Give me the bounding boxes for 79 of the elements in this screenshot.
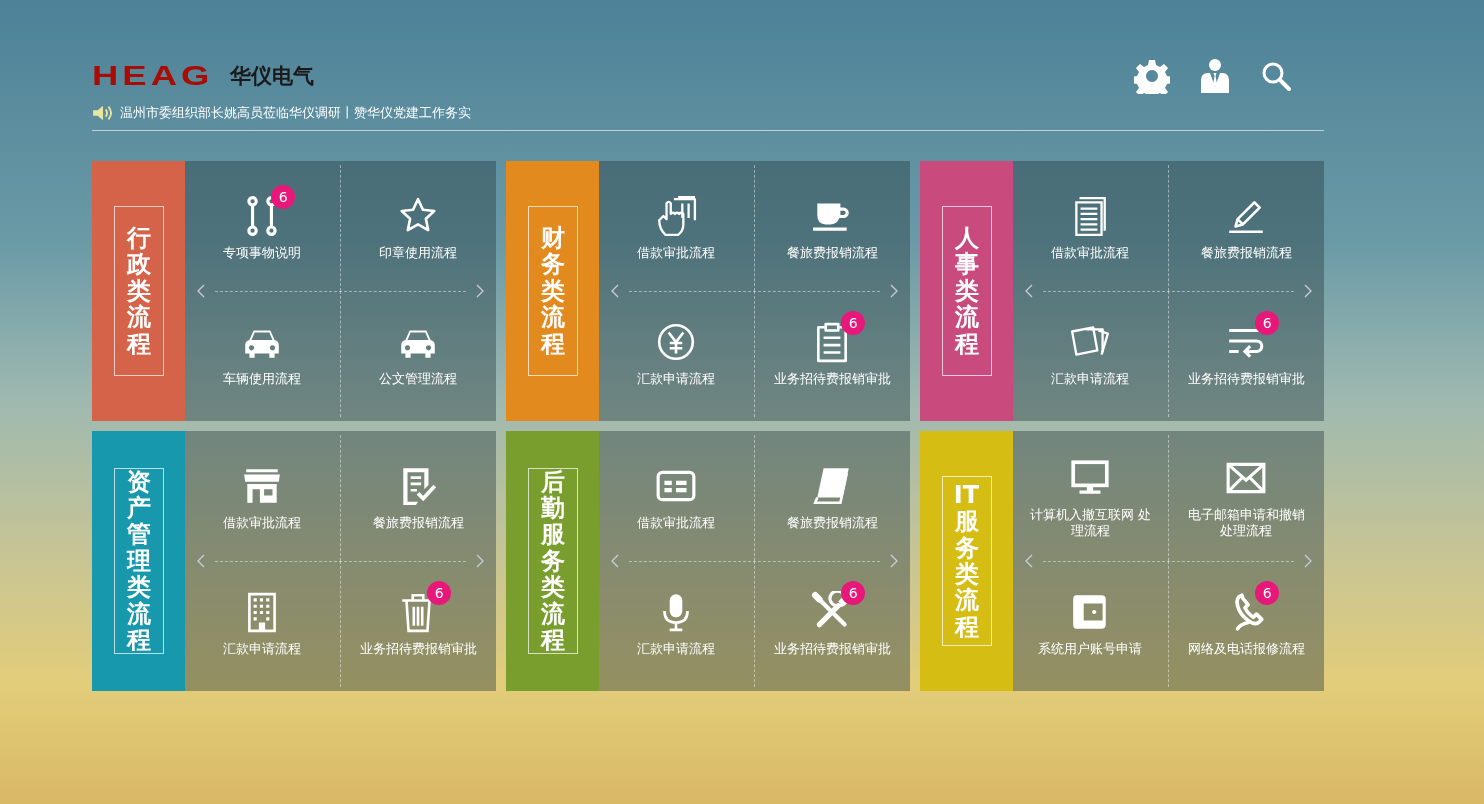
count-badge: 6 [1255, 581, 1280, 605]
count-badge: 6 [271, 185, 296, 209]
previous-chevron-icon[interactable] [197, 284, 205, 298]
process-item[interactable]: 6 业务招待费报销审批 [754, 561, 910, 687]
process-label: 系统用户账号申请 [1038, 641, 1143, 657]
count-badge: 6 [841, 311, 866, 335]
process-label: 电子邮箱申请和撤销处理流程 [1186, 507, 1306, 539]
process-item[interactable]: 借款审批流程 [599, 435, 755, 561]
process-item[interactable]: 汇款申请流程 [599, 291, 755, 417]
next-chevron-icon[interactable] [890, 284, 898, 298]
process-label: 业务招待费报销审批 [773, 371, 891, 387]
next-chevron-icon[interactable] [476, 554, 484, 568]
count-badge: 6 [427, 581, 452, 605]
process-item[interactable]: 6 业务招待费报销审批 [340, 561, 496, 687]
count-badge: 6 [841, 581, 866, 605]
process-label: 餐旅费报销流程 [372, 515, 464, 531]
process-item[interactable]: 6 网络及电话报修流程 [1168, 561, 1324, 687]
process-label: 借款审批流程 [223, 515, 302, 531]
process-label: 汇款申请流程 [637, 371, 716, 387]
process-item[interactable]: 借款审批流程 [599, 165, 755, 291]
category-title[interactable]: 后勤服务类流程 [527, 467, 578, 655]
process-item[interactable]: 车辆使用流程 [185, 291, 341, 417]
process-label: 印章使用流程 [379, 245, 458, 261]
logo-name: 华仪电气 [230, 65, 314, 87]
process-label: 汇款申请流程 [1051, 371, 1130, 387]
news-ticker[interactable]: 温州市委组织部长姚高员莅临华仪调研丨赞华仪党建工作务实 [120, 104, 471, 122]
process-item[interactable]: 电子邮箱申请和撤销处理流程 [1168, 435, 1324, 561]
process-label: 专项事物说明 [223, 245, 302, 261]
process-item[interactable]: 餐旅费报销流程 [1168, 165, 1324, 291]
process-item[interactable]: 系统用户账号申请 [1013, 561, 1169, 687]
process-item[interactable]: 公文管理流程 [340, 291, 496, 417]
process-label: 公文管理流程 [379, 371, 458, 387]
process-label: 餐旅费报销流程 [1200, 245, 1292, 261]
search-icon[interactable] [1260, 60, 1292, 92]
process-label: 业务招待费报销审批 [773, 641, 891, 657]
process-label: 餐旅费报销流程 [786, 515, 878, 531]
previous-chevron-icon[interactable] [197, 554, 205, 568]
user-icon[interactable] [1200, 58, 1230, 94]
settings-icon[interactable] [1134, 58, 1170, 94]
next-chevron-icon[interactable] [476, 284, 484, 298]
next-chevron-icon[interactable] [1304, 554, 1312, 568]
process-label: 业务招待费报销审批 [359, 641, 477, 657]
previous-chevron-icon[interactable] [1025, 284, 1033, 298]
speaker-icon [92, 104, 114, 122]
process-item[interactable]: 借款审批流程 [1013, 165, 1169, 291]
process-label: 网络及电话报修流程 [1187, 641, 1305, 657]
category-title[interactable]: 财务类流程 [527, 206, 578, 376]
count-badge: 6 [1255, 311, 1280, 335]
process-label: 借款审批流程 [1051, 245, 1130, 261]
hand-card-icon [655, 195, 698, 237]
process-label: 餐旅费报销流程 [786, 245, 878, 261]
logo-mark: HEAG [92, 62, 214, 90]
process-label: 借款审批流程 [637, 515, 716, 531]
process-label: 车辆使用流程 [223, 371, 302, 387]
process-item[interactable]: 印章使用流程 [340, 165, 496, 291]
category-title[interactable]: 资产管理类流程 [113, 467, 164, 655]
process-label: 计算机入撤互联网 处理流程 [1028, 507, 1152, 539]
process-item[interactable]: 餐旅费报销流程 [340, 435, 496, 561]
process-label: 借款审批流程 [637, 245, 716, 261]
process-item[interactable]: 汇款申请流程 [599, 561, 755, 687]
previous-chevron-icon[interactable] [1025, 554, 1033, 568]
process-item[interactable]: 汇款申请流程 [185, 561, 341, 687]
process-label: 汇款申请流程 [637, 641, 716, 657]
process-item[interactable]: 餐旅费报销流程 [754, 165, 910, 291]
category-title[interactable]: 人事类流程 [941, 206, 992, 376]
previous-chevron-icon[interactable] [611, 284, 619, 298]
process-label: 汇款申请流程 [223, 641, 302, 657]
next-chevron-icon[interactable] [1304, 284, 1312, 298]
process-item[interactable]: 6 业务招待费报销审批 [754, 291, 910, 417]
next-chevron-icon[interactable] [890, 554, 898, 568]
process-label: 业务招待费报销审批 [1187, 371, 1305, 387]
process-item[interactable]: 汇款申请流程 [1013, 291, 1169, 417]
category-title[interactable]: 行政类流程 [113, 206, 164, 376]
process-item[interactable]: 计算机入撤互联网 处理流程 [1013, 435, 1169, 561]
process-item[interactable]: 餐旅费报销流程 [754, 435, 910, 561]
previous-chevron-icon[interactable] [611, 554, 619, 568]
process-item[interactable]: 借款审批流程 [185, 435, 341, 561]
process-item[interactable]: 6 业务招待费报销审批 [1168, 291, 1324, 417]
process-item[interactable]: 6 专项事物说明 [185, 165, 341, 291]
